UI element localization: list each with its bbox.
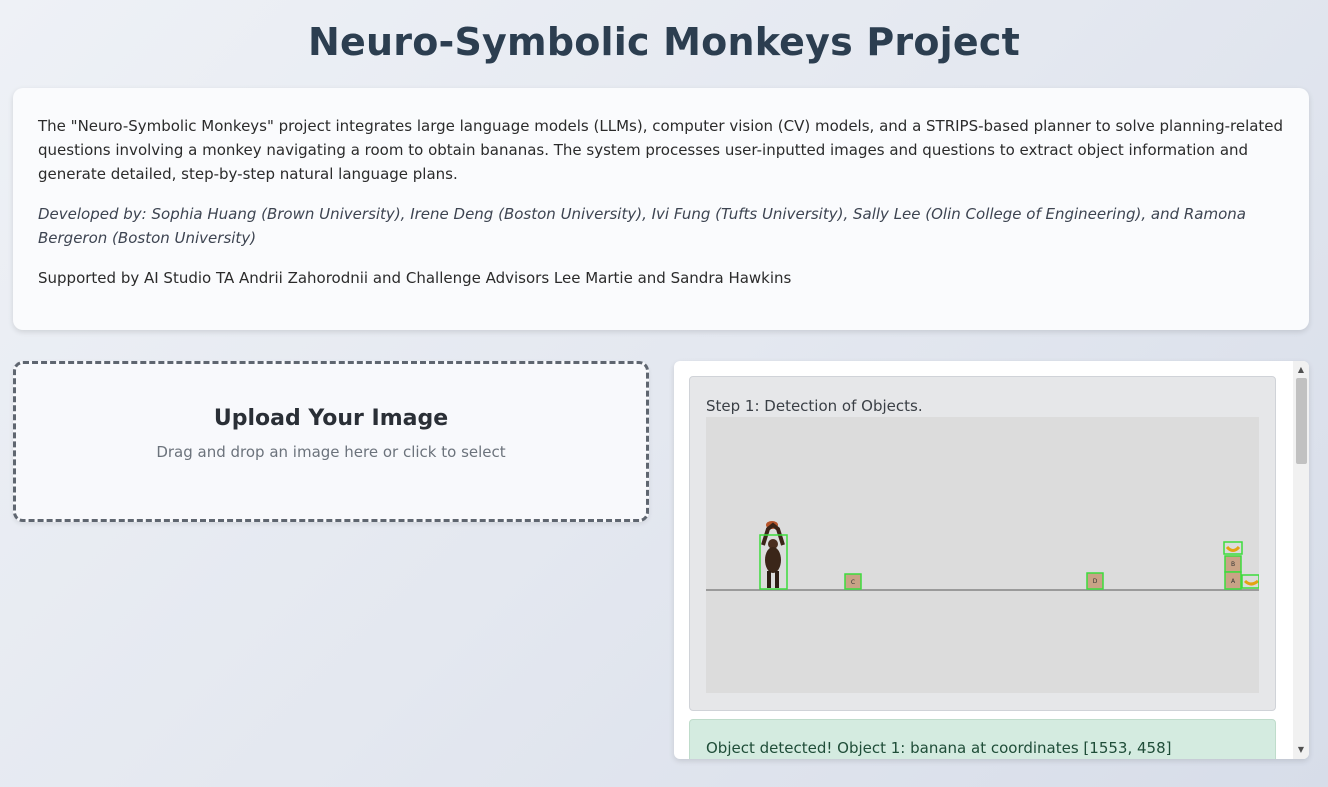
detection-success-alert: Object detected! Object 1: banana at coo…	[689, 719, 1276, 759]
image-upload-dropzone[interactable]: Upload Your Image Drag and drop an image…	[13, 361, 649, 522]
step-1-card: Step 1: Detection of Objects. C D B A	[689, 376, 1276, 711]
developers-credit: Developed by: Sophia Huang (Brown Univer…	[38, 205, 1246, 247]
step-1-label: Step 1: Detection of Objects.	[706, 397, 923, 415]
box-d-label: D	[1093, 578, 1098, 585]
detection-message: Object detected! Object 1: banana at coo…	[706, 739, 1172, 757]
box-c-label: C	[851, 579, 855, 586]
detection-scene-svg: C D B A	[706, 417, 1260, 693]
project-info-card: The "Neuro-Symbolic Monkeys" project int…	[13, 88, 1309, 330]
box-b-label: B	[1231, 561, 1235, 568]
page-title: Neuro-Symbolic Monkeys Project	[308, 20, 1020, 64]
scroll-down-icon[interactable]: ▼	[1293, 743, 1309, 757]
detection-image: C D B A	[706, 417, 1260, 693]
scroll-up-icon[interactable]: ▲	[1293, 363, 1309, 377]
supporters-credit: Supported by AI Studio TA Andrii Zahorod…	[38, 269, 792, 287]
results-panel[interactable]: Step 1: Detection of Objects. C D B A Ob…	[674, 361, 1309, 759]
scrollbar-thumb[interactable]	[1296, 378, 1307, 464]
upload-subtitle: Drag and drop an image here or click to …	[156, 443, 506, 461]
upload-title: Upload Your Image	[213, 406, 449, 431]
project-description: The "Neuro-Symbolic Monkeys" project int…	[38, 117, 1284, 183]
results-scrollbar[interactable]: ▲ ▼	[1293, 361, 1309, 759]
